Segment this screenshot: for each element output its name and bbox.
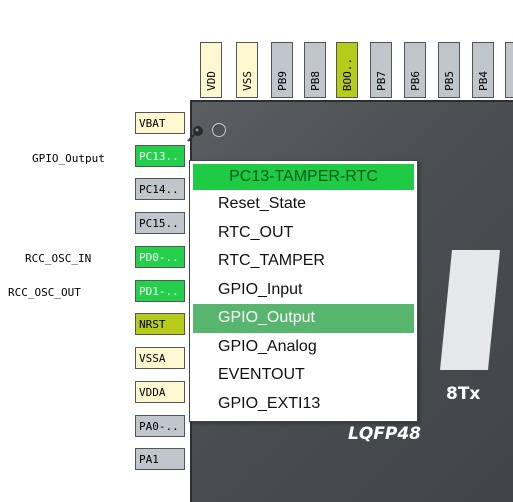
menu-item-gpio-exti13[interactable]: GPIO_EXTI13: [193, 390, 414, 419]
menu-item-gpio-input[interactable]: GPIO_Input: [193, 276, 414, 305]
pin-left-pc14[interactable]: PC14..: [135, 178, 185, 200]
menu-item-reset-state[interactable]: Reset_State: [193, 190, 414, 219]
pin-left-pc15[interactable]: PC15..: [135, 212, 185, 234]
pin-top-vdd[interactable]: VDD: [200, 42, 222, 98]
pin-top-pb4[interactable]: PB4: [472, 42, 494, 98]
pin-top-pb5[interactable]: PB5: [438, 42, 460, 98]
pin-left-vdda[interactable]: VDDA: [135, 381, 185, 403]
pin-top-pb6[interactable]: PB6: [404, 42, 426, 98]
pin1-marker-dot: [212, 123, 226, 137]
chip-part-number: 8Tx: [446, 384, 481, 404]
pin-left-pd1[interactable]: PD1-..: [135, 280, 185, 302]
pin-left-pa1[interactable]: PA1: [135, 448, 185, 470]
pin-left-nrst[interactable]: NRST: [135, 313, 185, 335]
menu-item-rtc-tamper[interactable]: RTC_TAMPER: [193, 247, 414, 276]
signal-label-pd0: RCC_OSC_IN: [25, 252, 92, 265]
pin-top-boot0[interactable]: BOO..: [336, 42, 358, 98]
pin-left-pa0[interactable]: PA0-..: [135, 415, 185, 437]
pin-top-pb7[interactable]: PB7: [370, 42, 392, 98]
signal-label-pd1: RCC_OSC_OUT: [8, 286, 81, 299]
pushpin-icon: [187, 126, 203, 142]
pin-top-pb9[interactable]: PB9: [271, 42, 293, 98]
signal-label-pc13: GPIO_Output: [32, 152, 105, 165]
menu-item-gpio-output[interactable]: GPIO_Output: [193, 304, 414, 333]
pin-top-pb8[interactable]: PB8: [304, 42, 326, 98]
menu-item-eventout[interactable]: EVENTOUT: [193, 361, 414, 390]
chip-package-label: LQFP48: [348, 424, 422, 444]
pin-left-pd0[interactable]: PD0-..: [135, 246, 185, 268]
pin-top-vss[interactable]: VSS: [236, 42, 258, 98]
pin-top-unlabeled[interactable]: [505, 42, 513, 98]
menu-item-gpio-analog[interactable]: GPIO_Analog: [193, 333, 414, 362]
pin-left-vbat[interactable]: VBAT: [135, 112, 185, 134]
menu-item-rtc-out[interactable]: RTC_OUT: [193, 219, 414, 248]
pin-function-menu: PC13-TAMPER-RTC Reset_State RTC_OUT RTC_…: [189, 160, 418, 422]
pin-left-pc13[interactable]: PC13..: [135, 145, 185, 167]
pin-left-vssa[interactable]: VSSA: [135, 347, 185, 369]
menu-title: PC13-TAMPER-RTC: [193, 164, 414, 190]
